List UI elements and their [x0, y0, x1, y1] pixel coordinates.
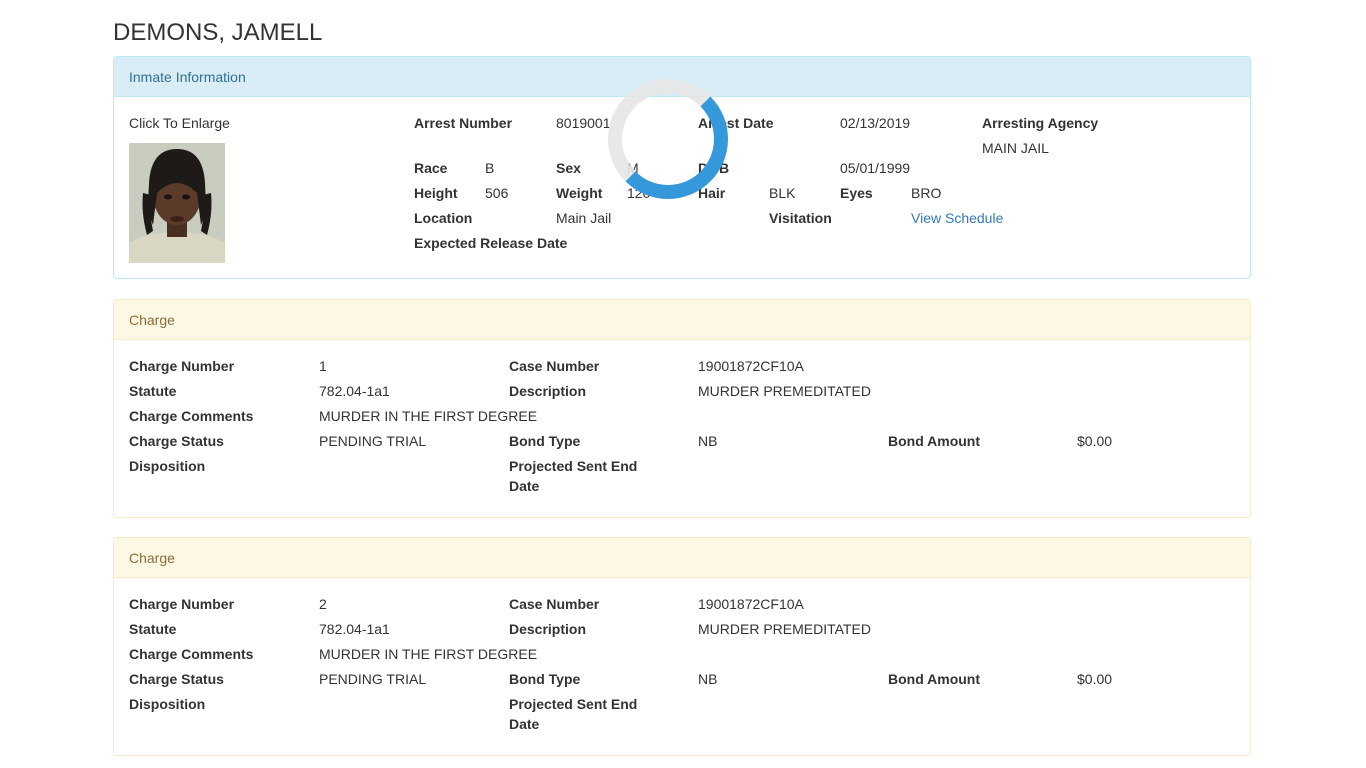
projected-sent-end-date-label-line2: Date	[509, 478, 540, 494]
race-label: Race	[414, 160, 448, 176]
arrest-date-value: 02/13/2019	[840, 115, 911, 131]
bond-type-value: NB	[698, 433, 718, 449]
page-title: DEMONS, JAMELL	[113, 19, 323, 46]
hair-value: BLK	[769, 185, 796, 201]
projected-sent-end-date-label: Projected Sent End	[509, 696, 638, 712]
bond-amount-value: $0.00	[1077, 433, 1113, 449]
charge-status-label: Charge Status	[129, 433, 224, 449]
arresting-agency-value: MAIN JAIL	[982, 140, 1049, 156]
inmate-photo[interactable]	[129, 143, 225, 263]
charge-number-value: 2	[319, 596, 327, 612]
race-value: B	[485, 160, 495, 176]
bond-amount-label: Bond Amount	[888, 433, 981, 449]
statute-value: 782.04-1a1	[319, 621, 390, 637]
bond-amount-value: $0.00	[1077, 671, 1113, 687]
bond-amount-label: Bond Amount	[888, 671, 981, 687]
case-number-value: 19001872CF10A	[698, 596, 804, 612]
charge-heading-1: Charge	[114, 300, 1250, 340]
case-number-label: Case Number	[509, 358, 600, 374]
weight-label: Weight	[556, 185, 603, 201]
mugshot-image	[129, 143, 225, 263]
case-number-label: Case Number	[509, 596, 600, 612]
charge-number-label: Charge Number	[129, 358, 235, 374]
photo-caption[interactable]: Click To Enlarge	[129, 113, 230, 133]
description-label: Description	[509, 383, 587, 399]
charge-number-label: Charge Number	[129, 596, 235, 612]
loading-spinner	[608, 79, 728, 199]
arresting-agency-label: Arresting Agency	[982, 115, 1099, 131]
description-label: Description	[509, 621, 587, 637]
location-label: Location	[414, 210, 473, 226]
charge-panel-2: Charge Charge Number 2 Case Number 19001…	[113, 537, 1251, 756]
statute-value: 782.04-1a1	[319, 383, 390, 399]
bond-type-label: Bond Type	[509, 671, 581, 687]
location-value: Main Jail	[556, 210, 612, 226]
description-value: MURDER PREMEDITATED	[698, 621, 871, 637]
charge-comments-label: Charge Comments	[129, 408, 254, 424]
sex-label: Sex	[556, 160, 581, 176]
dob-value: 05/01/1999	[840, 160, 911, 176]
description-value: MURDER PREMEDITATED	[698, 383, 871, 399]
disposition-label: Disposition	[129, 696, 206, 712]
case-number-value: 19001872CF10A	[698, 358, 804, 374]
eyes-label: Eyes	[840, 185, 873, 201]
bond-type-value: NB	[698, 671, 718, 687]
bond-type-label: Bond Type	[509, 433, 581, 449]
charge-number-value: 1	[319, 358, 327, 374]
projected-sent-end-date-label: Projected Sent End	[509, 458, 638, 474]
arrest-number-value: 8019001	[556, 115, 611, 131]
charge-panel-1: Charge Charge Number 1 Case Number 19001…	[113, 299, 1251, 518]
charge-status-value: PENDING TRIAL	[319, 671, 427, 687]
eyes-value: BRO	[911, 185, 942, 201]
statute-label: Statute	[129, 383, 177, 399]
charge-heading-2: Charge	[114, 538, 1250, 578]
height-value: 506	[485, 185, 509, 201]
charge-comments-value: MURDER IN THE FIRST DEGREE	[319, 408, 538, 424]
charge-comments-label: Charge Comments	[129, 646, 254, 662]
expected-release-date-label: Expected Release Date	[414, 235, 568, 251]
charge-status-value: PENDING TRIAL	[319, 433, 427, 449]
disposition-label: Disposition	[129, 458, 206, 474]
visitation-label: Visitation	[769, 210, 832, 226]
charge-status-label: Charge Status	[129, 671, 224, 687]
charge-comments-value: MURDER IN THE FIRST DEGREE	[319, 646, 538, 662]
projected-sent-end-date-label-line2: Date	[509, 716, 540, 732]
statute-label: Statute	[129, 621, 177, 637]
arrest-number-label: Arrest Number	[414, 115, 513, 131]
view-schedule-link[interactable]: View Schedule	[911, 208, 1003, 228]
height-label: Height	[414, 185, 458, 201]
